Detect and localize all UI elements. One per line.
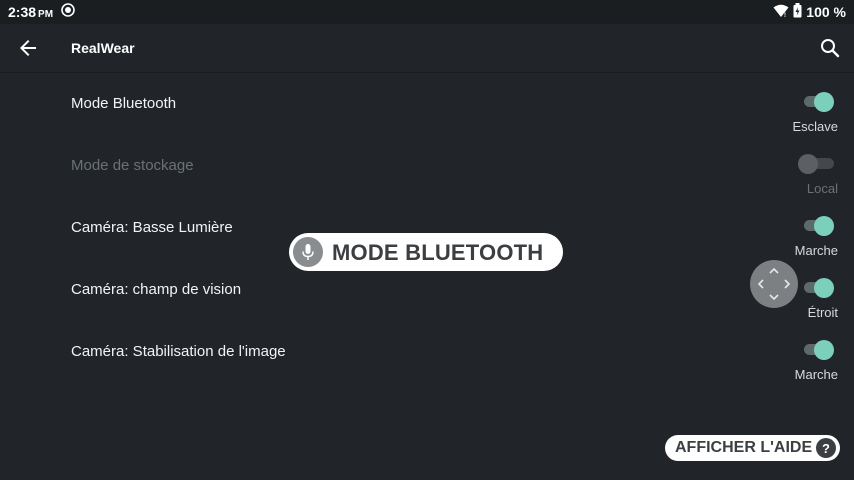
setting-row-camera-stabilization[interactable]: Caméra: Stabilisation de l'image Marche (0, 321, 854, 383)
voice-command-pill[interactable]: MODE BLUETOOTH (289, 233, 563, 271)
app-toolbar: RealWear (0, 24, 854, 72)
setting-label: Caméra: Stabilisation de l'image (71, 343, 286, 360)
camera-low-light-switch[interactable] (804, 216, 834, 236)
switch-thumb (814, 278, 834, 298)
setting-label: Mode Bluetooth (71, 95, 177, 112)
show-help-label: AFFICHER L'AIDE (675, 439, 813, 456)
setting-row-storage-mode: Mode de stockage Local (0, 135, 854, 197)
status-bar: 2:38 PM ! 100 % (0, 0, 854, 24)
setting-row-bluetooth-mode[interactable]: Mode Bluetooth Esclave (0, 73, 854, 135)
setting-value: Esclave (792, 119, 838, 134)
notification-icon (61, 2, 75, 22)
search-icon (821, 39, 840, 58)
svg-text:!: ! (784, 13, 786, 18)
camera-stabilization-switch[interactable] (804, 340, 834, 360)
battery-percent: 100 % (806, 4, 846, 20)
switch-thumb (798, 154, 818, 174)
battery-icon (793, 3, 802, 21)
search-button[interactable] (818, 36, 842, 60)
voice-command-text: MODE BLUETOOTH (332, 240, 544, 265)
microphone-icon (293, 237, 323, 267)
status-right: ! 100 % (773, 3, 846, 21)
setting-value: Local (806, 181, 838, 196)
back-button[interactable] (16, 36, 40, 60)
arrow-left-icon (20, 40, 36, 56)
bluetooth-mode-switch[interactable] (804, 92, 834, 112)
switch-thumb (814, 216, 834, 236)
setting-value: Étroit (807, 305, 838, 320)
setting-label: Caméra: champ de vision (71, 281, 242, 298)
clock: 2:38 PM (8, 4, 53, 20)
clock-ampm: PM (38, 9, 54, 20)
storage-mode-switch (798, 154, 834, 174)
setting-value: Marche (794, 367, 838, 382)
setting-label: Mode de stockage (71, 157, 194, 174)
page-title: RealWear (71, 40, 135, 56)
navigation-pad[interactable] (750, 260, 798, 308)
wifi-icon: ! (773, 4, 789, 21)
clock-time: 2:38 (8, 4, 37, 20)
status-left: 2:38 PM (8, 2, 75, 22)
show-help-button[interactable]: AFFICHER L'AIDE ? (665, 435, 840, 461)
switch-thumb (814, 340, 834, 360)
directional-arrows-icon (757, 267, 791, 301)
setting-value: Marche (794, 243, 838, 258)
help-icon: ? (816, 438, 836, 458)
setting-label: Caméra: Basse Lumière (71, 219, 233, 236)
camera-field-of-view-switch[interactable] (804, 278, 834, 298)
switch-thumb (814, 92, 834, 112)
